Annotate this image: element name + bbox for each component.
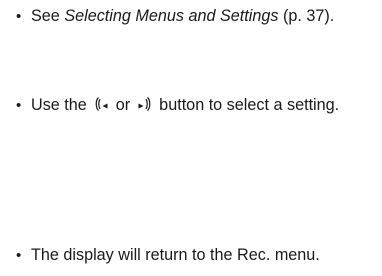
instruction-connector: or [111, 96, 135, 114]
list-item-selecting-menus: • See Selecting Menus and Settings (p. 3… [16, 7, 378, 26]
list-item-select-setting: • Use the or button to select a setting. [16, 96, 356, 115]
instruction-text: Use the or button to select a setting. [31, 96, 356, 115]
bullet-marker: • [16, 247, 22, 264]
bullet-marker: • [16, 97, 22, 114]
reference-title: Selecting Menus and Settings [64, 7, 279, 25]
instruction-text: The display will return to the Rec. menu… [31, 246, 320, 264]
bullet-marker: • [16, 8, 22, 25]
instruction-prefix: Use the [31, 96, 92, 114]
right-arrow-button-icon [137, 96, 153, 112]
page-reference: (p. 37). [278, 7, 335, 25]
left-arrow-button-icon [93, 96, 109, 112]
list-item-return-menu: • The display will return to the Rec. me… [16, 246, 378, 265]
instruction-text: See Selecting Menus and Settings (p. 37)… [31, 7, 378, 26]
instruction-suffix: button to select a setting. [154, 96, 340, 114]
instruction-prefix: See [31, 7, 65, 25]
